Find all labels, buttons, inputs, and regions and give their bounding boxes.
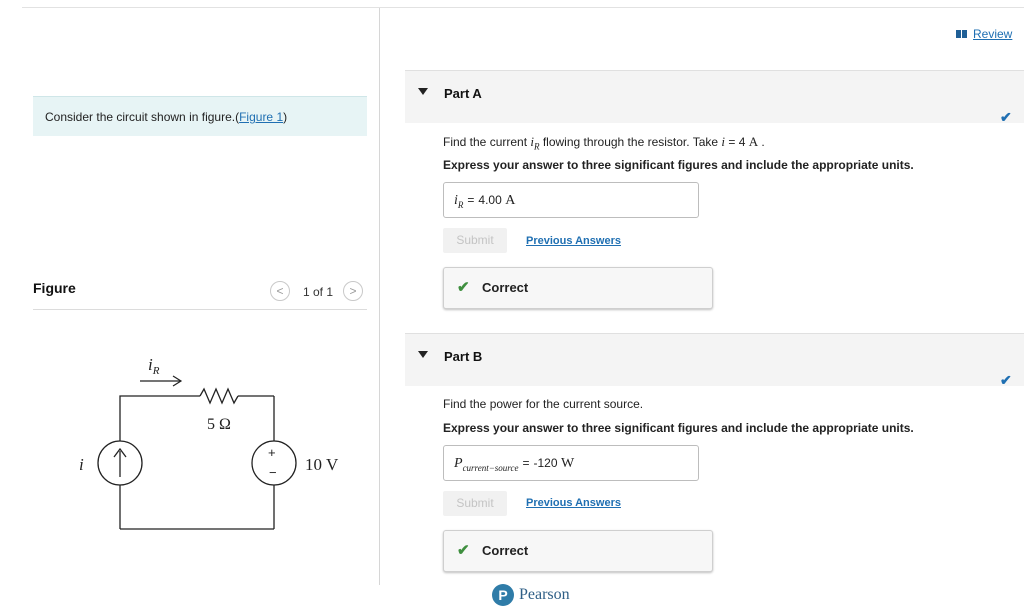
- part-b-instruction: Express your answer to three significant…: [443, 421, 914, 435]
- chevron-left-icon: <: [276, 284, 284, 298]
- figure-pager-text: 1 of 1: [303, 285, 334, 299]
- book-icon: [956, 30, 967, 38]
- figure-divider: [33, 309, 367, 310]
- plus-sign: +: [268, 445, 276, 460]
- part-b-question: Find the power for the current source.: [443, 397, 644, 411]
- part-a-title: Part A: [444, 86, 482, 101]
- intro-text: Consider the circuit shown in figure.(Fi…: [45, 110, 288, 124]
- part-b-answer-label: Pcurrent−source = -120 W: [454, 456, 575, 473]
- pearson-logo: P Pearson: [492, 584, 570, 606]
- part-b-title: Part B: [444, 349, 483, 364]
- check-icon: ✔: [457, 542, 470, 559]
- part-b-previous-answers-link[interactable]: Previous Answers: [526, 497, 621, 509]
- part-b-feedback: ✔ Correct: [443, 530, 713, 572]
- voltage-label: 10 V: [305, 455, 339, 474]
- part-a-instruction: Express your answer to three significant…: [443, 158, 914, 172]
- column-divider: [379, 8, 380, 585]
- part-a-answer-unit: A: [505, 193, 516, 208]
- part-a-feedback: ✔ Correct: [443, 267, 713, 309]
- check-icon: ✔: [457, 279, 470, 296]
- part-a-answer-label: iR = 4.00 A: [454, 193, 516, 210]
- part-a-answer-field[interactable]: iR = 4.00 A: [443, 182, 699, 218]
- pearson-icon: P: [492, 584, 514, 606]
- current-ir-label: iR: [148, 355, 160, 377]
- resistor-label: 5 Ω: [207, 416, 231, 433]
- part-a-previous-answers-link[interactable]: Previous Answers: [526, 235, 621, 247]
- part-b-feedback-text: Correct: [482, 543, 529, 558]
- check-icon: ✔: [1000, 372, 1012, 388]
- part-a-header[interactable]: Part A ✔: [405, 70, 1024, 125]
- part-b-answer-unit: W: [561, 456, 575, 471]
- part-a-answer-value: 4.00: [478, 193, 502, 207]
- part-b-answer-field[interactable]: Pcurrent−source = -120 W: [443, 445, 699, 481]
- minus-sign: −: [269, 465, 277, 480]
- part-a-submit-button[interactable]: Submit: [443, 228, 507, 253]
- current-source-symbol: [97, 440, 143, 486]
- figure-next-button[interactable]: >: [343, 281, 363, 301]
- top-divider: [22, 7, 1024, 8]
- review-link[interactable]: Review: [956, 27, 1012, 41]
- circuit-diagram: + − iR 5 Ω i 10 V: [79, 355, 339, 530]
- part-b-submit-button[interactable]: Submit: [443, 491, 507, 516]
- problem-intro: Consider the circuit shown in figure.(Fi…: [33, 96, 367, 136]
- part-a-feedback-text: Correct: [482, 280, 529, 295]
- resistor-symbol: [199, 387, 239, 405]
- part-b-header[interactable]: Part B ✔: [405, 333, 1024, 388]
- part-b-answer-value: -120: [533, 456, 558, 470]
- caret-down-icon: [418, 88, 428, 95]
- current-arrow: [140, 375, 183, 387]
- part-a-question: Find the current iR flowing through the …: [443, 134, 765, 152]
- check-icon: ✔: [1000, 109, 1012, 125]
- figure-link[interactable]: Figure 1: [239, 110, 283, 124]
- chevron-right-icon: >: [349, 284, 357, 298]
- figure-heading: Figure: [33, 280, 76, 296]
- source-current-label: i: [79, 455, 84, 474]
- pearson-wordmark: Pearson: [519, 586, 570, 603]
- caret-down-icon: [418, 351, 428, 358]
- figure-prev-button[interactable]: <: [270, 281, 290, 301]
